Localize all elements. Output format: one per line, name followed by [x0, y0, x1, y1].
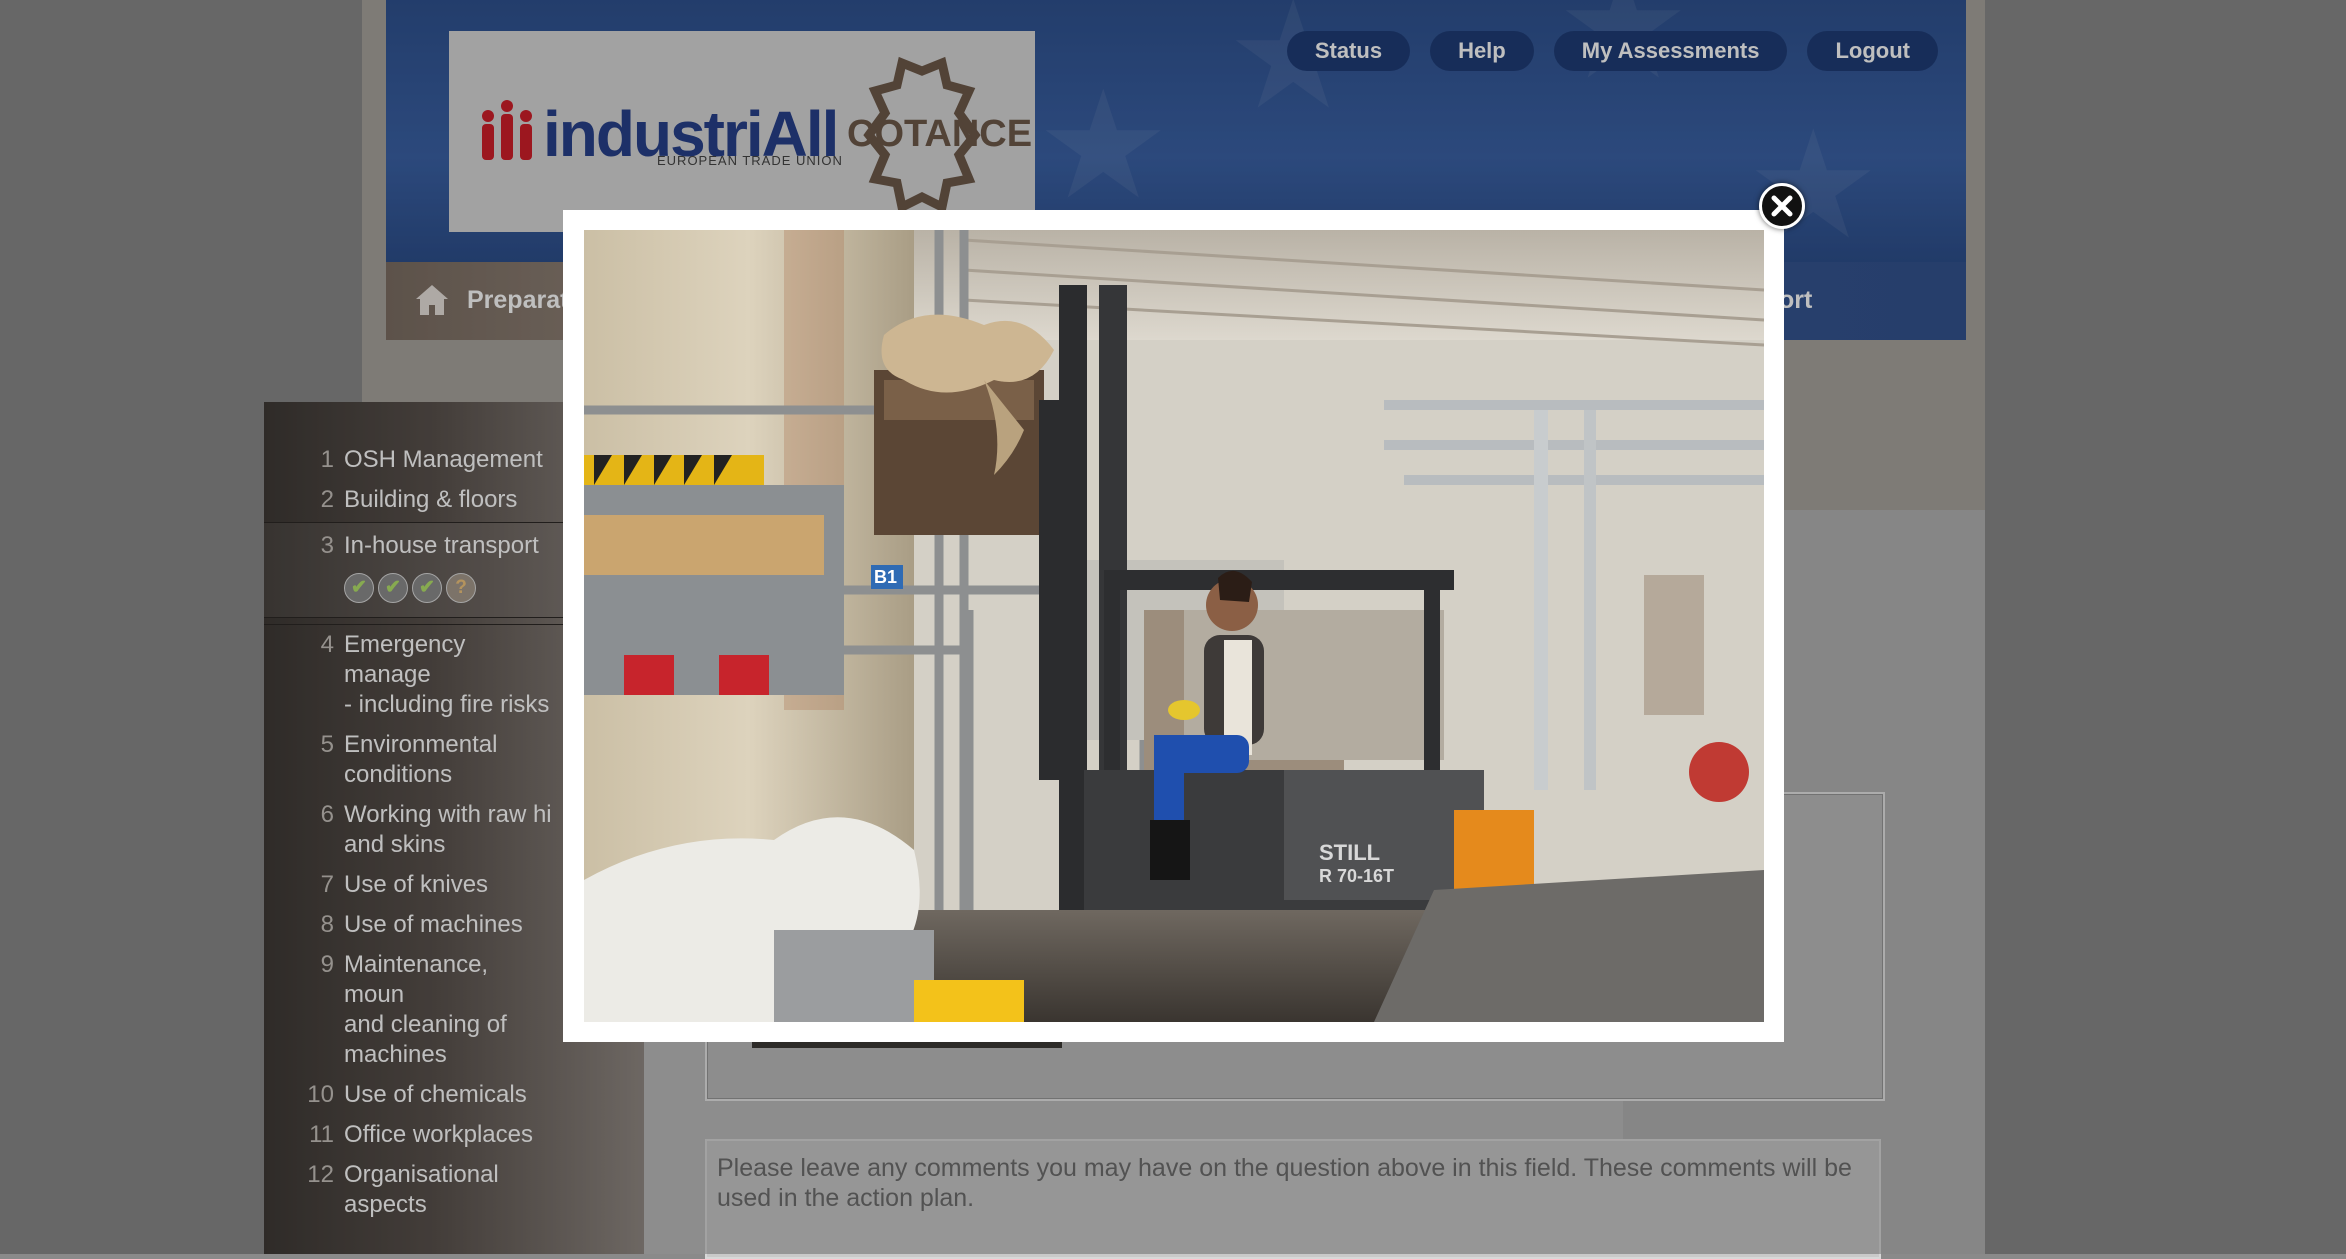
close-icon[interactable]	[1759, 183, 1805, 229]
forklift-photo: B1 STILL R 70-16T	[584, 230, 1764, 1022]
forklift-brand-text: STILL	[1319, 840, 1380, 865]
image-lightbox: B1 STILL R 70-16T	[563, 210, 1784, 1042]
forklift-model-text: R 70-16T	[1319, 866, 1394, 886]
sign-b1: B1	[874, 567, 897, 587]
